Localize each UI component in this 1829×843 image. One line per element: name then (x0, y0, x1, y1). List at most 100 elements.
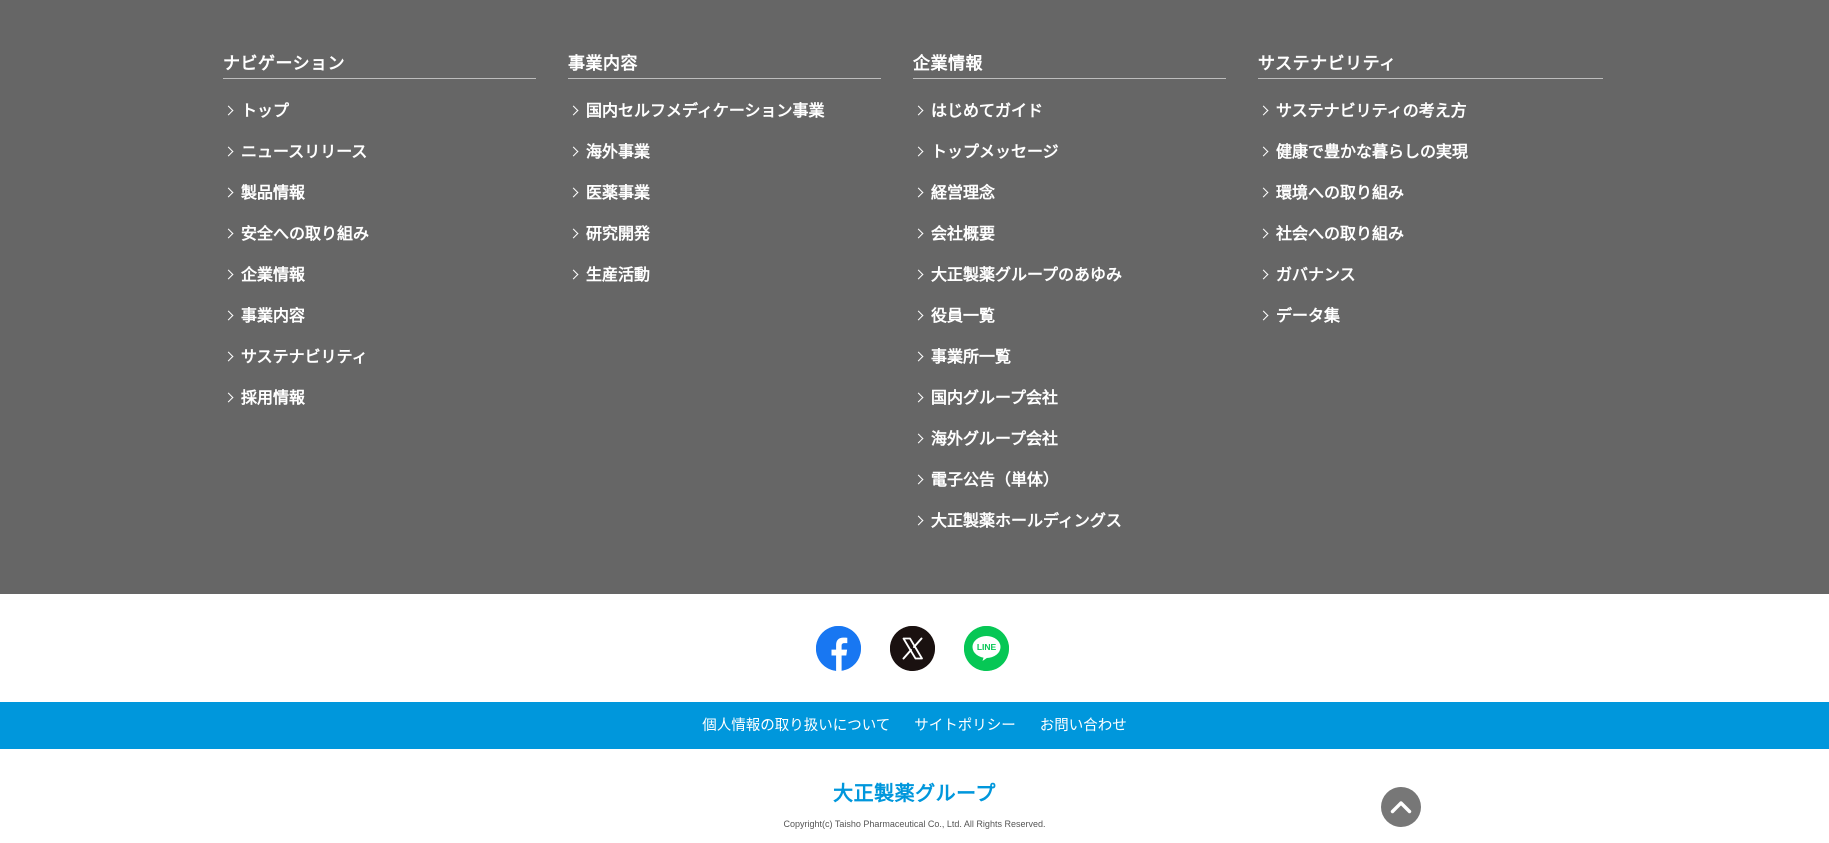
nav-link-top-message[interactable]: トップメッセージ (913, 140, 1059, 164)
link-label: ニュースリリース (241, 142, 368, 161)
line-button[interactable]: LINE (964, 626, 1009, 671)
nav-link-environment[interactable]: 環境への取り組み (1258, 181, 1404, 205)
link-label: 研究開発 (586, 224, 651, 243)
nav-link-business[interactable]: 事業内容 (223, 304, 305, 328)
list-item: 経営理念 (913, 181, 1226, 222)
nav-link-history[interactable]: 大正製薬グループのあゆみ (913, 263, 1122, 287)
link-label: データ集 (1276, 306, 1341, 325)
list-item: 社会への取り組み (1258, 222, 1603, 263)
facebook-icon (816, 626, 861, 671)
link-label: 海外事業 (586, 142, 651, 161)
nav-link-guide[interactable]: はじめてガイド (913, 99, 1043, 123)
link-label: 役員一覧 (931, 306, 996, 325)
link-label: 企業情報 (241, 265, 306, 284)
x-button[interactable] (890, 626, 935, 671)
nav-link-offices[interactable]: 事業所一覧 (913, 345, 1011, 369)
nav-column-sustainability: サステナビリティ サステナビリティの考え方 健康で豊かな暮らしの実現 環境への取… (1258, 52, 1603, 345)
nav-link-governance[interactable]: ガバナンス (1258, 263, 1356, 287)
nav-link-healthy-life[interactable]: 健康で豊かな暮らしの実現 (1258, 140, 1468, 164)
nav-link-recruit[interactable]: 採用情報 (223, 386, 305, 410)
chevron-right-icon (568, 181, 586, 205)
list-item: 大正製薬ホールディングス (913, 509, 1226, 550)
chevron-right-icon (568, 99, 586, 123)
nav-link-news[interactable]: ニュースリリース (223, 140, 367, 164)
chevron-right-icon (1258, 99, 1276, 123)
nav-link-top[interactable]: トップ (223, 99, 289, 123)
chevron-right-icon (913, 386, 931, 410)
back-to-top-button[interactable] (1381, 787, 1421, 827)
link-label: トップ (241, 101, 290, 120)
list-item: 国内セルフメディケーション事業 (568, 99, 881, 140)
link-label: 会社概要 (931, 224, 996, 243)
site-policy-link[interactable]: サイトポリシー (914, 716, 1016, 736)
chevron-right-icon (913, 509, 931, 533)
nav-link-company[interactable]: 企業情報 (223, 263, 305, 287)
nav-link-rnd[interactable]: 研究開発 (568, 222, 650, 246)
nav-link-pharma[interactable]: 医薬事業 (568, 181, 650, 205)
nav-link-officers[interactable]: 役員一覧 (913, 304, 995, 328)
list-item: 海外グループ会社 (913, 427, 1226, 468)
link-label: 国内グループ会社 (931, 388, 1059, 407)
privacy-policy-link[interactable]: 個人情報の取り扱いについて (702, 716, 890, 736)
list-item: 会社概要 (913, 222, 1226, 263)
link-label: 事業所一覧 (931, 347, 1012, 366)
chevron-right-icon (568, 222, 586, 246)
chevron-right-icon (1258, 222, 1276, 246)
chevron-right-icon (223, 263, 241, 287)
nav-link-overseas-group[interactable]: 海外グループ会社 (913, 427, 1058, 451)
social-links: LINE (0, 594, 1829, 702)
chevron-right-icon (223, 181, 241, 205)
link-label: 生産活動 (586, 265, 651, 284)
nav-link-self-medication[interactable]: 国内セルフメディケーション事業 (568, 99, 825, 123)
policy-bar: 個人情報の取り扱いについて サイトポリシー お問い合わせ (0, 702, 1829, 749)
nav-link-sustainability[interactable]: サステナビリティ (223, 345, 368, 369)
line-icon-text: LINE (977, 642, 997, 652)
list-item: ニュースリリース (223, 140, 536, 181)
nav-link-products[interactable]: 製品情報 (223, 181, 305, 205)
nav-link-data[interactable]: データ集 (1258, 304, 1340, 328)
list-item: サステナビリティ (223, 345, 536, 386)
chevron-right-icon (223, 304, 241, 328)
contact-link[interactable]: お問い合わせ (1040, 716, 1127, 736)
chevron-right-icon (913, 304, 931, 328)
link-label: 海外グループ会社 (931, 429, 1059, 448)
column-title: 事業内容 (568, 52, 881, 79)
list-item: 健康で豊かな暮らしの実現 (1258, 140, 1603, 181)
list-item: 企業情報 (223, 263, 536, 304)
chevron-right-icon (913, 468, 931, 492)
brand-logo: 大正製薬グループ (833, 781, 996, 805)
nav-link-holdings[interactable]: 大正製薬ホールディングス (913, 509, 1122, 533)
nav-link-society[interactable]: 社会への取り組み (1258, 222, 1404, 246)
nav-link-production[interactable]: 生産活動 (568, 263, 650, 287)
link-label: 国内セルフメディケーション事業 (586, 101, 825, 120)
chevron-right-icon (913, 345, 931, 369)
x-logo-icon (890, 626, 935, 671)
list-item: 研究開発 (568, 222, 881, 263)
list-item: 海外事業 (568, 140, 881, 181)
chevron-right-icon (223, 345, 241, 369)
chevron-right-icon (1258, 263, 1276, 287)
link-label: 安全への取り組み (241, 224, 370, 243)
nav-link-public-notice[interactable]: 電子公告（単体） (913, 468, 1059, 492)
facebook-button[interactable] (816, 626, 861, 671)
column-title: ナビゲーション (223, 52, 536, 79)
chevron-right-icon (568, 140, 586, 164)
nav-link-profile[interactable]: 会社概要 (913, 222, 995, 246)
link-label: 事業内容 (241, 306, 306, 325)
nav-link-philosophy[interactable]: 経営理念 (913, 181, 995, 205)
footer-bottom: 大正製薬グループ Copyright(c) Taisho Pharmaceuti… (0, 749, 1829, 843)
chevron-right-icon (568, 263, 586, 287)
column-title: 企業情報 (913, 52, 1226, 79)
nav-link-overseas[interactable]: 海外事業 (568, 140, 650, 164)
nav-link-approach[interactable]: サステナビリティの考え方 (1258, 99, 1467, 123)
list-item: トップ (223, 99, 536, 140)
link-label: 医薬事業 (586, 183, 651, 202)
chevron-right-icon (223, 386, 241, 410)
list-item: 製品情報 (223, 181, 536, 222)
link-label: 製品情報 (241, 183, 306, 202)
nav-link-domestic-group[interactable]: 国内グループ会社 (913, 386, 1058, 410)
chevron-right-icon (913, 140, 931, 164)
chevron-right-icon (913, 263, 931, 287)
nav-link-safety[interactable]: 安全への取り組み (223, 222, 369, 246)
link-label: ガバナンス (1276, 265, 1356, 284)
